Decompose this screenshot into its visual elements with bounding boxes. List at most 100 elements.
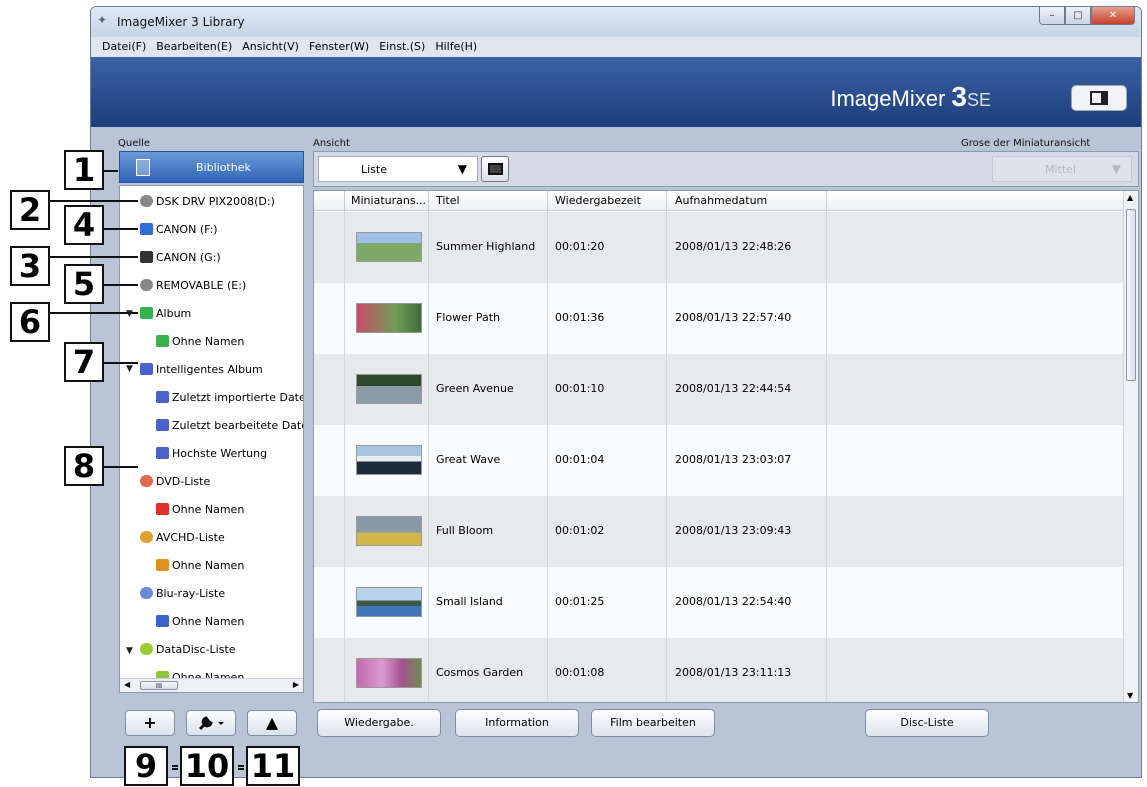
column-divider: [826, 191, 827, 211]
menu-bearbeiten[interactable]: Bearbeiten(E): [151, 37, 237, 57]
window-controls: – □ ✕: [1039, 7, 1135, 25]
menu-fenster[interactable]: Fenster(W): [304, 37, 374, 57]
scroll-down-icon[interactable]: ▼: [1127, 691, 1133, 700]
view-mode-value: Liste: [361, 163, 387, 176]
information-button[interactable]: Information: [455, 709, 579, 737]
row-duration: 00:01:25: [555, 595, 605, 608]
eject-button[interactable]: ▲: [247, 710, 297, 736]
edit-movie-button[interactable]: Film bearbeiten: [591, 709, 715, 737]
column-divider: [826, 211, 827, 702]
disc-blue-icon: [156, 615, 169, 627]
maximize-button[interactable]: □: [1065, 7, 1091, 25]
add-button[interactable]: +: [125, 710, 175, 736]
source-tree: DSK DRV PIX2008(D:) CANON (F:) CANON (G:…: [119, 185, 304, 693]
tree-item-album-ohne-namen[interactable]: Ohne Namen: [156, 332, 244, 350]
tree-item-avchd-liste[interactable]: AVCHD-Liste: [140, 528, 225, 546]
action-bar: Wiedergabe. Information Film bearbeiten …: [313, 703, 1139, 739]
tree-item-intelligentes-album[interactable]: Intelligentes Album: [140, 360, 263, 378]
callout-line: [104, 466, 138, 468]
tree-horizontal-scrollbar[interactable]: ◀ III ▶: [120, 678, 303, 692]
tree-item-removable[interactable]: REMOVABLE (E:): [140, 276, 246, 294]
tree-item-dsk-drv[interactable]: DSK DRV PIX2008(D:): [140, 192, 275, 210]
expand-arrow-icon[interactable]: ▼: [126, 646, 133, 656]
table-row[interactable]: Small Island 00:01:25 2008/01/13 22:54:4…: [314, 567, 1124, 638]
menu-hilfe[interactable]: Hilfe(H): [430, 37, 482, 57]
scroll-right-icon[interactable]: ▶: [293, 680, 299, 689]
drive-icon: [140, 279, 153, 291]
video-thumbnail: [356, 232, 422, 262]
tree-item-dvd-liste[interactable]: DVD-Liste: [140, 472, 210, 490]
tree-item-canon-f[interactable]: CANON (F:): [140, 220, 218, 238]
list-vertical-scrollbar[interactable]: ▲ ▼: [1123, 191, 1138, 702]
video-thumbnail: [356, 587, 422, 617]
menu-datei[interactable]: Datei(F): [97, 37, 151, 57]
expand-arrow-icon[interactable]: ▼: [126, 309, 133, 319]
brand-number: 3: [951, 81, 967, 112]
callout-11: 11: [246, 746, 300, 786]
drive-icon: [140, 195, 153, 207]
expand-arrow-icon[interactable]: ▼: [126, 364, 133, 374]
table-row[interactable]: Great Wave 00:01:04 2008/01/13 23:03:07: [314, 425, 1124, 496]
minimize-button[interactable]: –: [1039, 7, 1065, 25]
tree-item-bluray-liste[interactable]: Blu-ray-Liste: [140, 584, 225, 602]
table-row[interactable]: Green Avenue 00:01:10 2008/01/13 22:44:5…: [314, 354, 1124, 425]
tree-item-hochste-wertung[interactable]: Hochste Wertung: [156, 444, 267, 462]
scroll-left-icon[interactable]: ◀: [124, 680, 130, 689]
column-header-date[interactable]: Aufnahmedatum: [675, 194, 767, 207]
view-mode-select[interactable]: Liste ▼: [318, 156, 478, 182]
tree-item-avchd-ohne-namen[interactable]: Ohne Namen: [156, 556, 244, 574]
row-date: 2008/01/13 22:54:40: [675, 595, 792, 608]
scroll-thumb[interactable]: [1126, 209, 1136, 381]
row-date: 2008/01/13 23:11:13: [675, 666, 792, 679]
disc-icon: [140, 587, 153, 599]
tree-item-label: DVD-Liste: [156, 474, 211, 488]
menu-einst[interactable]: Einst.(S): [374, 37, 430, 57]
tree-item-label: Intelligentes Album: [156, 362, 263, 376]
tree-item-canon-g[interactable]: CANON (G:): [140, 248, 221, 266]
tree-item-label: Ohne Namen: [172, 614, 245, 628]
settings-menu-button[interactable]: [186, 710, 236, 736]
menu-ansicht[interactable]: Ansicht(V): [237, 37, 304, 57]
callout-5: 5: [64, 264, 104, 304]
layout-toggle-button[interactable]: [1071, 85, 1127, 111]
callout-line: [50, 200, 138, 202]
library-button[interactable]: Bibliothek: [119, 151, 304, 183]
tree-item-datadisc-liste[interactable]: DataDisc-Liste: [140, 640, 236, 658]
scroll-thumb[interactable]: III: [140, 681, 178, 690]
tree-item-zuletzt-importiert[interactable]: Zuletzt importierte Datei: [156, 388, 303, 406]
column-divider: [547, 191, 548, 211]
column-header-duration[interactable]: Wiedergabezeit: [555, 194, 641, 207]
tree-item-zuletzt-bearbeitet[interactable]: Zuletzt bearbeitete Datei: [156, 416, 303, 434]
row-title: Full Bloom: [436, 524, 494, 537]
window-title: ImageMixer 3 Library: [117, 15, 245, 29]
table-row[interactable]: Full Bloom 00:01:02 2008/01/13 23:09:43: [314, 496, 1124, 567]
disc-list-button[interactable]: Disc-Liste: [865, 709, 989, 737]
row-date: 2008/01/13 22:57:40: [675, 311, 792, 324]
column-divider: [344, 191, 345, 211]
column-divider: [547, 211, 548, 702]
title-bar: ✦ ImageMixer 3 Library – □ ✕: [91, 7, 1141, 37]
tree-item-label: DataDisc-Liste: [156, 642, 236, 656]
tree-item-bluray-ohne-namen[interactable]: Ohne Namen: [156, 612, 244, 630]
tree-item-album[interactable]: Album: [140, 304, 191, 322]
preview-monitor-button[interactable]: [481, 156, 509, 182]
table-row[interactable]: Flower Path 00:01:36 2008/01/13 22:57:40: [314, 283, 1124, 354]
column-header-thumbnail[interactable]: Miniaturans...: [351, 194, 426, 207]
disc-icon: [140, 643, 153, 655]
close-button[interactable]: ✕: [1091, 7, 1135, 25]
playback-button[interactable]: Wiedergabe.: [317, 709, 441, 737]
column-header-title[interactable]: Titel: [436, 194, 460, 207]
row-date: 2008/01/13 23:09:43: [675, 524, 792, 537]
view-label: Ansicht: [313, 138, 350, 149]
smart-album-icon: [140, 363, 153, 375]
callout-line: [50, 312, 138, 314]
tree-item-dvd-ohne-namen[interactable]: Ohne Namen: [156, 500, 244, 518]
thumb-size-select[interactable]: Mittel ▼: [992, 156, 1132, 182]
table-row[interactable]: Cosmos Garden 00:01:08 2008/01/13 23:11:…: [314, 638, 1124, 702]
brand-suffix: SE: [966, 90, 991, 110]
table-row[interactable]: Summer Highland 00:01:20 2008/01/13 22:4…: [314, 212, 1124, 283]
scroll-up-icon[interactable]: ▲: [1127, 193, 1133, 202]
column-divider: [666, 211, 667, 702]
tree-item-label: DSK DRV PIX2008(D:): [156, 194, 275, 208]
library-icon: [136, 159, 150, 176]
